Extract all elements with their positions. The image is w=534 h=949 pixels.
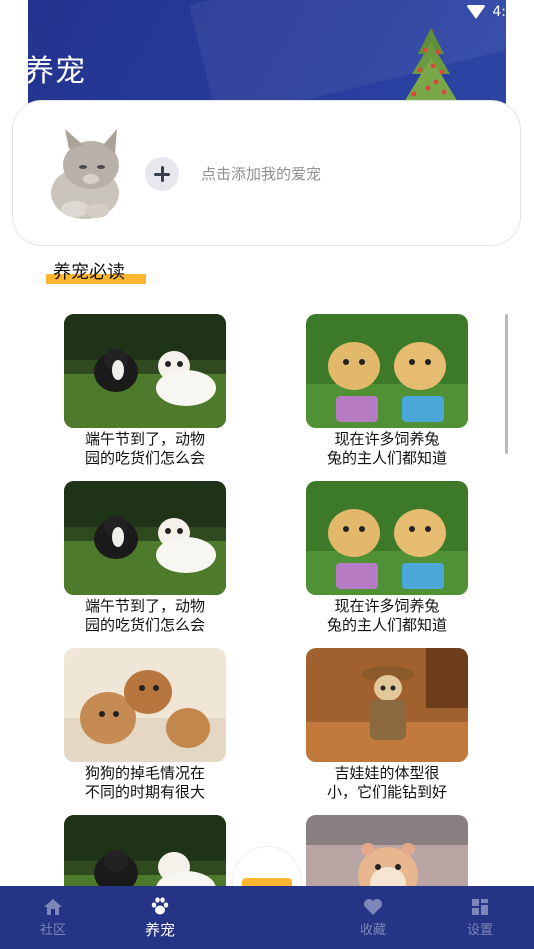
section-header: 养宠必读 xyxy=(46,258,146,284)
article-card[interactable]: 现在许多饲养兔 兔的主人们都知道 xyxy=(306,481,468,641)
add-pet-button[interactable] xyxy=(145,157,179,191)
add-pet-label[interactable]: 点击添加我的爱宠 xyxy=(201,163,321,184)
wifi-icon xyxy=(466,5,487,19)
article-grid: 端午节到了，动物 园的吃货们怎么会 现在许多饲养兔 兔的主人们都知道 端午节到了… xyxy=(0,314,534,886)
article-image-puppies-in-buckets xyxy=(306,481,468,595)
bottom-tab-bar: 社区 养宠 收藏 设置 xyxy=(0,886,534,949)
article-image-dogs-on-grass xyxy=(64,314,226,428)
article-caption: 端午节到了，动物 xyxy=(84,597,205,615)
article-image-dogs-on-grass xyxy=(64,481,226,595)
tab-label: 设置 xyxy=(466,922,493,938)
paw-icon xyxy=(151,896,169,914)
article-caption: 狗狗的掉毛情况在 xyxy=(84,764,205,782)
tab-pets[interactable]: 养宠 xyxy=(120,886,200,949)
section-title: 养宠必读 xyxy=(53,262,125,283)
tab-label: 社区 xyxy=(39,922,66,938)
article-caption: 兔的主人们都知道 xyxy=(326,449,447,467)
heart-icon xyxy=(364,898,382,915)
article-image-puppies-in-buckets xyxy=(306,314,468,428)
article-card[interactable]: 端午节到了，动物 园的吃货们怎么会 xyxy=(64,314,226,474)
status-bar: 4: xyxy=(466,4,506,20)
article-caption: 园的吃货们怎么会 xyxy=(84,449,205,467)
status-time: 4: xyxy=(492,4,506,20)
christmas-tree-icon xyxy=(400,22,466,102)
article-caption: 现在许多饲养兔 xyxy=(334,430,440,448)
article-image-dachshund-puppies xyxy=(64,648,226,762)
grid-icon xyxy=(472,898,488,915)
article-caption: 园的吃货们怎么会 xyxy=(84,616,205,634)
article-image-hamster xyxy=(306,815,468,886)
tab-label: 收藏 xyxy=(359,922,386,938)
article-card[interactable]: 狗狗的掉毛情况在 不同的时期有很大 xyxy=(64,648,226,808)
tab-community[interactable]: 社区 xyxy=(13,886,93,949)
article-image-chihuahua xyxy=(306,648,468,762)
scrollbar[interactable] xyxy=(505,314,508,454)
article-card[interactable]: 吉娃娃的体型很 小，它们能钻到好 xyxy=(306,648,468,808)
tab-label: 养宠 xyxy=(144,920,175,939)
cat-image xyxy=(45,125,127,219)
app-screen: 养宠 4: 点击添加我的爱宠 养宠必读 端午节到了，动物 园的吃货们怎么会 现在… xyxy=(0,0,534,949)
home-icon xyxy=(44,898,62,915)
article-card[interactable]: 现在许多饲养兔 兔的主人们都知道 xyxy=(306,314,468,474)
page-title: 养宠 xyxy=(28,54,86,89)
my-pet-card[interactable]: 点击添加我的爱宠 xyxy=(12,100,521,246)
article-caption: 端午节到了，动物 xyxy=(84,430,205,448)
tab-settings[interactable]: 设置 xyxy=(440,886,520,949)
article-card[interactable]: 端午节到了，动物 园的吃货们怎么会 xyxy=(64,481,226,641)
article-caption: 兔的主人们都知道 xyxy=(326,616,447,634)
article-caption: 不同的时期有很大 xyxy=(84,783,205,801)
article-caption: 小，它们能钻到好 xyxy=(326,783,447,801)
article-image-dogs-on-grass xyxy=(64,815,226,886)
article-card[interactable] xyxy=(64,815,226,886)
article-card[interactable] xyxy=(306,815,468,886)
tab-favorites[interactable]: 收藏 xyxy=(333,886,413,949)
article-caption: 吉娃娃的体型很 xyxy=(334,764,440,782)
article-caption: 现在许多饲养兔 xyxy=(334,597,440,615)
